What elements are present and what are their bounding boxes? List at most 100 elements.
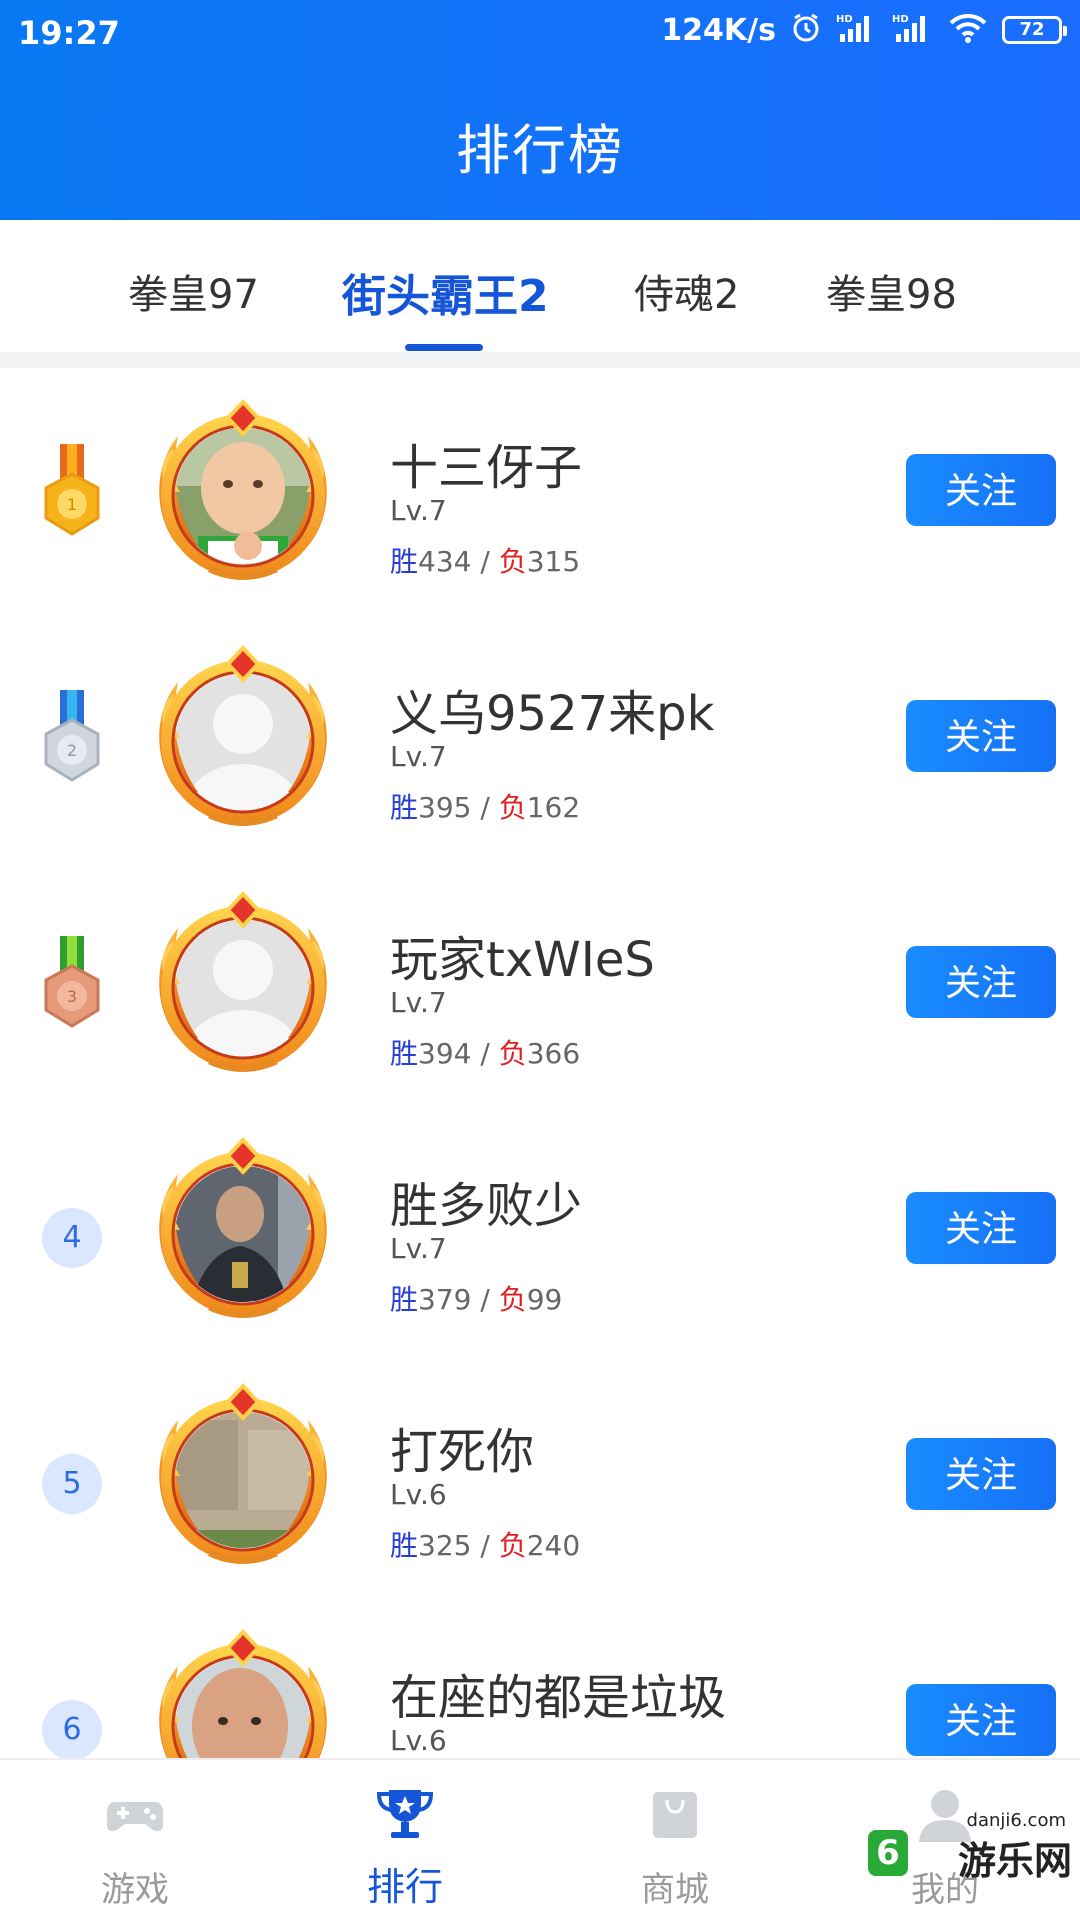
hd-signal-icon: HD [836, 12, 878, 48]
win-count: 395 [418, 791, 472, 824]
rank-badge: 4 [42, 1208, 102, 1268]
watermark-domain: danji6.com [966, 1810, 1066, 1831]
header-bar: 19:27 124K/s HD HD 72 排行榜 [0, 0, 1080, 220]
shopping-bag-icon [653, 1792, 697, 1838]
loss-count: 315 [526, 545, 581, 578]
svg-text:HD: HD [892, 14, 909, 25]
page-title: 排行榜 [456, 119, 624, 182]
player-name: 玩家txWIeS [390, 932, 655, 988]
loss-label: 负 [498, 545, 527, 578]
record-separator: / [471, 1283, 499, 1316]
loss-count: 366 [526, 1037, 581, 1070]
follow-button[interactable]: 关注 [906, 946, 1056, 1018]
follow-button[interactable]: 关注 [906, 700, 1056, 772]
network-speed: 124K/s [661, 12, 776, 48]
nav-label: 商城 [641, 1870, 709, 1910]
loss-count: 162 [526, 791, 581, 824]
win-label: 胜 [390, 545, 419, 578]
nav-ranking[interactable]: 排行 [270, 1760, 540, 1922]
loss-count: 99 [526, 1283, 563, 1316]
rank-badge: 6 [42, 1700, 102, 1758]
win-loss-record: 胜395 / 负162 [390, 786, 580, 826]
tab-kof98[interactable]: 拳皇98 [826, 262, 957, 320]
win-count: 379 [418, 1283, 472, 1316]
svg-text:3: 3 [67, 987, 77, 1006]
leaderboard-row[interactable]: 6 在座的都是垃圾 Lv.6 关注 [0, 1598, 1080, 1758]
follow-button[interactable]: 关注 [906, 454, 1056, 526]
gold-medal-icon: 1 [44, 444, 100, 536]
active-tab-indicator [405, 344, 483, 351]
nav-games[interactable]: 游戏 [0, 1760, 270, 1922]
player-level: Lv.7 [390, 986, 447, 1019]
loss-label: 负 [498, 1283, 527, 1316]
avatar[interactable] [148, 1134, 338, 1324]
player-level: Lv.7 [390, 494, 447, 527]
silver-medal-icon: 2 [44, 690, 100, 782]
player-level: Lv.6 [390, 1724, 447, 1757]
leaderboard-row[interactable]: 4 胜多败少 Lv.7 胜379 / 负99 关注 [0, 1106, 1080, 1352]
avatar[interactable] [148, 1626, 338, 1758]
battery-icon: 72 [1002, 16, 1067, 44]
bottom-navigation: 游戏 排行 商城 我的 [0, 1758, 1080, 1922]
follow-button[interactable]: 关注 [906, 1192, 1056, 1264]
svg-text:HD: HD [836, 14, 853, 25]
follow-button[interactable]: 关注 [906, 1438, 1056, 1510]
win-label: 胜 [390, 791, 419, 824]
avatar[interactable] [148, 888, 338, 1078]
win-loss-record: 胜434 / 负315 [390, 540, 580, 580]
tab-street-fighter-2[interactable]: 街头霸王2 [342, 260, 549, 324]
nav-label: 游戏 [101, 1870, 169, 1910]
status-bar: 19:27 124K/s HD HD 72 [0, 0, 1080, 66]
avatar[interactable] [148, 642, 338, 832]
leaderboard-row[interactable]: 5 打死你 Lv.6 胜325 / 负240 关注 [0, 1352, 1080, 1598]
status-time: 19:27 [18, 14, 120, 52]
player-level: Lv.7 [390, 740, 447, 773]
player-name: 在座的都是垃圾 [390, 1670, 727, 1726]
avatar[interactable] [148, 396, 338, 586]
svg-text:2: 2 [67, 741, 77, 760]
loss-label: 负 [498, 1037, 527, 1070]
tab-samurai-shodown-2[interactable]: 侍魂2 [634, 262, 739, 320]
win-loss-record: 胜394 / 负366 [390, 1032, 580, 1072]
watermark-text: 游乐网 [957, 1839, 1072, 1883]
section-divider [0, 352, 1080, 368]
gamepad-icon [107, 1802, 163, 1832]
rank-badge: 5 [42, 1454, 102, 1514]
alarm-icon [790, 12, 822, 48]
win-loss-record: 胜325 / 负240 [390, 1524, 580, 1564]
win-count: 325 [418, 1529, 472, 1562]
player-name: 打死你 [390, 1424, 535, 1480]
avatar[interactable] [148, 1380, 338, 1570]
leaderboard-row[interactable]: 2 义乌9527来pk Lv.7 胜395 / 负162 关注 [0, 614, 1080, 860]
record-separator: / [471, 1529, 499, 1562]
loss-label: 负 [498, 1529, 527, 1562]
leaderboard-row[interactable]: 3 玩家txWIeS Lv.7 胜394 / 负366 关注 [0, 860, 1080, 1106]
player-level: Lv.7 [390, 1232, 447, 1265]
record-separator: / [471, 791, 499, 824]
tab-kof97[interactable]: 拳皇97 [128, 262, 259, 320]
win-loss-record: 胜379 / 负99 [390, 1278, 562, 1318]
win-count: 434 [418, 545, 472, 578]
player-name: 胜多败少 [390, 1178, 583, 1234]
trophy-icon [376, 1790, 434, 1838]
nav-store[interactable]: 商城 [540, 1760, 810, 1922]
loss-label: 负 [498, 791, 527, 824]
game-tabs: 拳皇97 街头霸王2 侍魂2 拳皇98 [0, 220, 1080, 351]
player-name: 十三伢子 [390, 440, 583, 496]
wifi-icon [948, 12, 988, 48]
follow-button[interactable]: 关注 [906, 1684, 1056, 1756]
win-count: 394 [418, 1037, 472, 1070]
nav-label: 排行 [366, 1865, 443, 1909]
hd-signal-icon: HD [892, 12, 934, 48]
svg-text:1: 1 [67, 495, 77, 514]
record-separator: / [471, 545, 499, 578]
player-level: Lv.6 [390, 1478, 447, 1511]
win-label: 胜 [390, 1529, 419, 1562]
record-separator: / [471, 1037, 499, 1070]
loss-count: 240 [526, 1529, 581, 1562]
leaderboard-list: 1 十三伢子 Lv.7 胜434 / 负315 关注 2 义乌9527来pk L… [0, 368, 1080, 1758]
win-label: 胜 [390, 1283, 419, 1316]
player-name: 义乌9527来pk [390, 686, 715, 742]
bronze-medal-icon: 3 [44, 936, 100, 1028]
leaderboard-row[interactable]: 1 十三伢子 Lv.7 胜434 / 负315 关注 [0, 368, 1080, 614]
